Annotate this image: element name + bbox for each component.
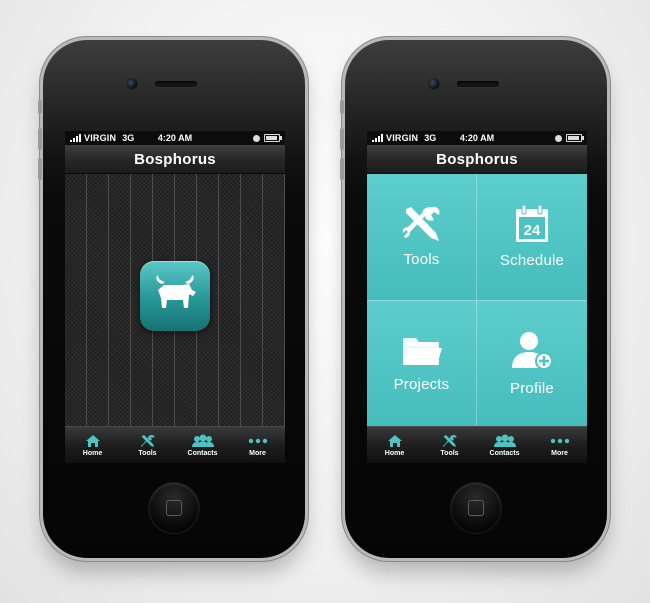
splash-background bbox=[65, 174, 285, 427]
mute-switch bbox=[38, 100, 42, 114]
tools-icon bbox=[140, 434, 154, 447]
menu-tile-tools[interactable]: Tools bbox=[367, 174, 477, 301]
signal-icon bbox=[372, 134, 383, 142]
nav-bar: Bosphorus bbox=[65, 145, 285, 174]
tab-more[interactable]: More bbox=[532, 427, 587, 463]
volume-up-button bbox=[340, 128, 344, 150]
screen: VIRGIN 3G 4:20 AM Bosphorus Home Tools C… bbox=[65, 131, 285, 463]
add-profile-icon bbox=[512, 332, 553, 371]
status-bar: VIRGIN 3G 4:20 AM bbox=[65, 131, 285, 145]
battery-icon bbox=[566, 134, 584, 142]
home-icon bbox=[387, 434, 402, 447]
carrier-name: VIRGIN bbox=[386, 133, 419, 143]
status-bar: VIRGIN 3G 4:20 AM bbox=[367, 131, 587, 145]
front-camera bbox=[428, 78, 440, 90]
menu-tile-profile[interactable]: Profile bbox=[477, 300, 587, 427]
volume-up-button bbox=[38, 128, 42, 150]
tab-tools[interactable]: Tools bbox=[422, 427, 477, 463]
calendar-icon: 24 bbox=[516, 204, 548, 243]
home-button[interactable] bbox=[451, 483, 501, 533]
tab-bar: Home Tools Contacts More bbox=[367, 426, 587, 463]
tools-icon bbox=[402, 207, 440, 242]
tab-contacts[interactable]: Contacts bbox=[477, 427, 532, 463]
app-title: Bosphorus bbox=[436, 150, 518, 168]
menu-tile-projects-label: Projects bbox=[393, 376, 450, 394]
nav-bar: Bosphorus bbox=[367, 145, 587, 174]
tab-home[interactable]: Home bbox=[367, 427, 422, 463]
tab-more[interactable]: More bbox=[230, 427, 285, 463]
tab-home[interactable]: Home bbox=[65, 427, 120, 463]
tab-home-label: Home bbox=[384, 449, 405, 457]
tab-tools[interactable]: Tools bbox=[120, 427, 175, 463]
contacts-icon bbox=[493, 434, 516, 447]
screen: VIRGIN 3G 4:20 AM Bosphorus Tools 24 Sch… bbox=[367, 131, 587, 463]
tab-contacts[interactable]: Contacts bbox=[175, 427, 230, 463]
menu-tile-schedule-label: Schedule bbox=[499, 252, 565, 270]
signal-icon bbox=[70, 134, 81, 142]
home-icon bbox=[85, 434, 100, 447]
tab-contacts-label: Contacts bbox=[489, 449, 520, 457]
menu-tile-projects[interactable]: Projects bbox=[367, 300, 477, 427]
home-button[interactable] bbox=[149, 483, 199, 533]
menu-tile-profile-label: Profile bbox=[510, 380, 554, 398]
contacts-icon bbox=[191, 434, 214, 447]
volume-down-button bbox=[38, 158, 42, 180]
tab-bar: Home Tools Contacts More bbox=[65, 426, 285, 463]
tab-tools-label: Tools bbox=[440, 449, 459, 457]
orientation-lock-icon bbox=[253, 134, 260, 142]
volume-down-button bbox=[340, 158, 344, 180]
network-type: 3G bbox=[424, 133, 437, 143]
phone-menu: VIRGIN 3G 4:20 AM Bosphorus Tools 24 Sch… bbox=[340, 40, 607, 558]
more-icon bbox=[248, 438, 267, 443]
tab-home-label: Home bbox=[82, 449, 103, 457]
calendar-date: 24 bbox=[524, 222, 541, 239]
mute-switch bbox=[340, 100, 344, 114]
carrier-name: VIRGIN bbox=[84, 133, 117, 143]
bull-logo-icon[interactable] bbox=[140, 261, 210, 331]
tab-contacts-label: Contacts bbox=[187, 449, 218, 457]
network-type: 3G bbox=[122, 133, 135, 143]
battery-icon bbox=[264, 134, 282, 142]
tab-tools-label: Tools bbox=[138, 449, 157, 457]
menu-grid-container: Tools 24 Schedule Projects Profile bbox=[367, 174, 587, 427]
earpiece-speaker bbox=[155, 81, 197, 87]
menu-tile-schedule[interactable]: 24 Schedule bbox=[477, 174, 587, 301]
folder-icon bbox=[402, 338, 442, 366]
earpiece-speaker bbox=[457, 81, 499, 87]
tab-more-label: More bbox=[249, 449, 266, 457]
app-title: Bosphorus bbox=[134, 150, 216, 168]
menu-tile-tools-label: Tools bbox=[403, 251, 440, 269]
front-camera bbox=[126, 78, 138, 90]
phone-splash: VIRGIN 3G 4:20 AM Bosphorus Home Tools C… bbox=[38, 40, 305, 558]
tools-icon bbox=[442, 434, 456, 447]
tab-more-label: More bbox=[551, 449, 568, 457]
orientation-lock-icon bbox=[555, 134, 562, 142]
menu-grid: Tools 24 Schedule Projects Profile bbox=[367, 174, 587, 427]
more-icon bbox=[550, 438, 569, 443]
